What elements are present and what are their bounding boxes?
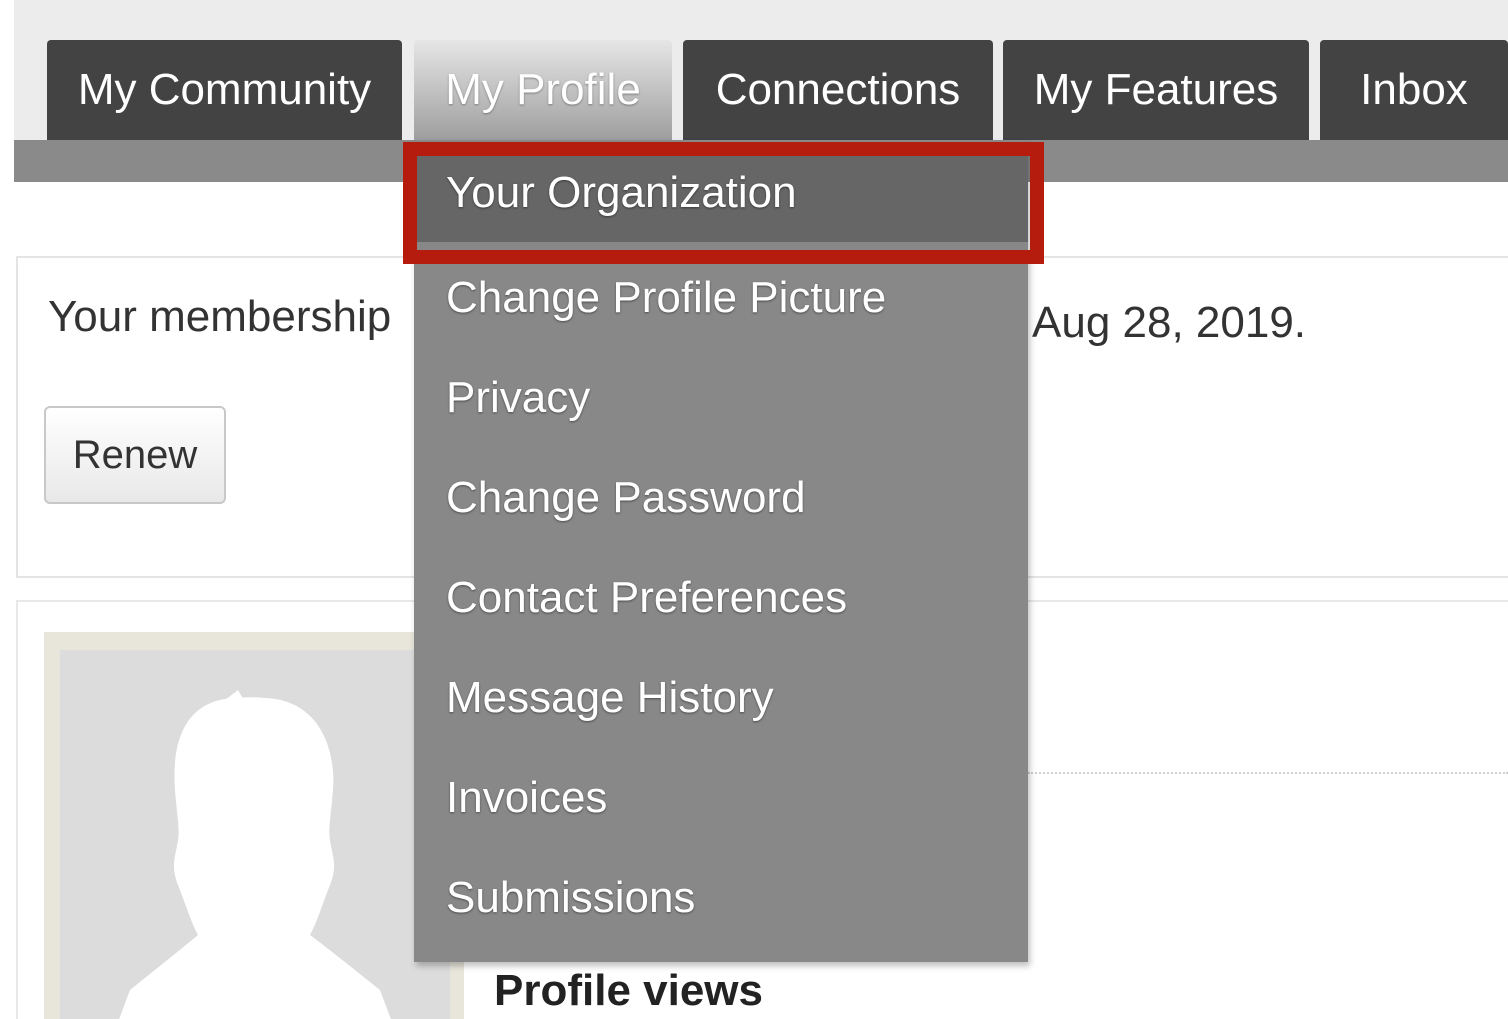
tab-connections[interactable]: Connections — [683, 40, 993, 140]
menu-item-invoices[interactable]: Invoices — [414, 748, 1028, 848]
membership-expiry-date: Aug 28, 2019. — [1032, 298, 1307, 347]
menu-item-label: Invoices — [446, 773, 608, 822]
page: My Community My Profile Connections My F… — [0, 0, 1508, 1019]
profile-views-heading: Profile views — [494, 966, 764, 1015]
menu-item-change-profile-picture[interactable]: Change Profile Picture — [414, 248, 1028, 348]
menu-item-label: Your Organization — [446, 168, 797, 217]
tab-my-community[interactable]: My Community — [47, 40, 402, 140]
membership-status-text: Your membership — [48, 292, 392, 341]
menu-item-label: Change Profile Picture — [446, 273, 887, 322]
menu-item-label: Submissions — [446, 873, 696, 922]
menu-item-privacy[interactable]: Privacy — [414, 348, 1028, 448]
tab-label: My Features — [1033, 65, 1279, 114]
menu-item-contact-preferences[interactable]: Contact Preferences — [414, 548, 1028, 648]
section-divider — [1028, 772, 1508, 774]
menu-item-label: Change Password — [446, 473, 806, 522]
tab-inbox[interactable]: Inbox — [1320, 40, 1508, 140]
tab-my-profile[interactable]: My Profile — [414, 40, 672, 140]
tab-label: Inbox — [1360, 65, 1468, 114]
avatar — [60, 650, 450, 1019]
renew-button-label: Renew — [72, 432, 198, 477]
tab-my-features[interactable]: My Features — [1003, 40, 1309, 140]
menu-item-submissions[interactable]: Submissions — [414, 848, 1028, 948]
menu-item-your-organization[interactable]: Your Organization — [414, 144, 1028, 242]
menu-item-label: Message History — [446, 673, 774, 722]
menu-item-change-password[interactable]: Change Password — [414, 448, 1028, 548]
menu-item-label: Contact Preferences — [446, 573, 848, 622]
renew-button[interactable]: Renew — [44, 406, 226, 504]
default-avatar-icon — [119, 690, 391, 1019]
tab-label: My Community — [77, 65, 372, 114]
menu-item-label: Privacy — [446, 373, 591, 422]
tab-label: Connections — [715, 65, 961, 114]
menu-item-message-history[interactable]: Message History — [414, 648, 1028, 748]
my-profile-dropdown-menu: Your Organization Change Profile Picture… — [414, 140, 1028, 962]
tab-label: My Profile — [445, 65, 641, 114]
